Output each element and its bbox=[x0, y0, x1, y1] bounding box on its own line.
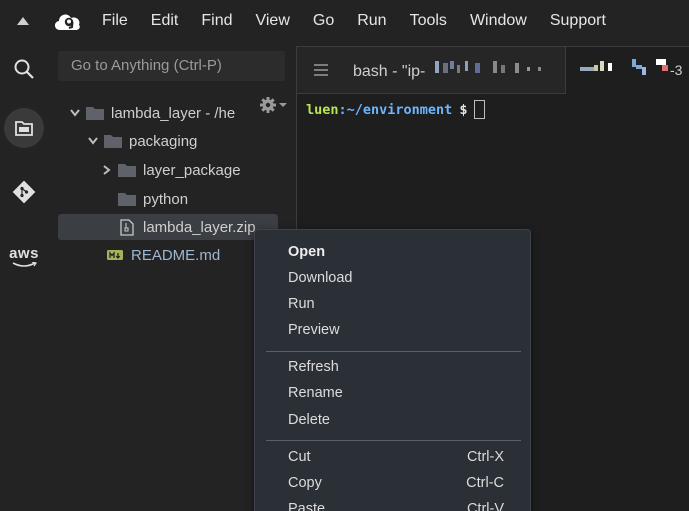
menu-item-delete[interactable]: Delete bbox=[255, 408, 530, 432]
menu-item-label: Paste bbox=[288, 501, 326, 511]
menu-item-label: Refresh bbox=[288, 359, 339, 375]
tree-item-label: python bbox=[143, 190, 189, 208]
chevron-right-icon[interactable] bbox=[100, 163, 114, 177]
menu-item-copy[interactable]: Copy Ctrl-C bbox=[255, 471, 530, 495]
tree-item-label: packaging bbox=[129, 132, 198, 150]
cloud9-logo[interactable] bbox=[52, 8, 82, 34]
terminal-tab-title[interactable]: bash - "ip- bbox=[353, 63, 425, 81]
tree-item-readme[interactable]: README.md bbox=[58, 242, 278, 268]
folder-icon bbox=[104, 133, 122, 149]
menu-items: File Edit Find View Go Run Tools Window … bbox=[102, 0, 629, 42]
menu-separator bbox=[266, 351, 521, 352]
activity-bar: aws bbox=[0, 42, 48, 511]
prompt-user: luen bbox=[306, 101, 339, 118]
menu-item-label: Preview bbox=[288, 322, 340, 338]
aws-label: aws bbox=[9, 244, 39, 262]
menu-item-label: Rename bbox=[288, 385, 343, 401]
menu-edit[interactable]: Edit bbox=[151, 12, 179, 30]
menu-view[interactable]: View bbox=[255, 12, 289, 30]
shortcut-label: Ctrl-X bbox=[466, 449, 504, 465]
tree-item-label: lambda_layer - /hе bbox=[111, 104, 236, 122]
chevron-down-icon[interactable] bbox=[86, 134, 100, 148]
hamburger-menu-icon[interactable] bbox=[314, 63, 328, 76]
redacted-hostname-block bbox=[435, 61, 555, 75]
shortcut-label: Ctrl-V bbox=[466, 501, 504, 511]
menu-run[interactable]: Run bbox=[357, 12, 386, 30]
menu-item-rename[interactable]: Rename bbox=[255, 381, 530, 405]
source-control-icon[interactable] bbox=[4, 172, 44, 212]
menu-go[interactable]: Go bbox=[313, 12, 334, 30]
menu-item-label: Copy bbox=[288, 475, 322, 491]
tree-item-label: layer_package bbox=[143, 161, 241, 179]
menu-item-label: Open bbox=[288, 244, 326, 260]
context-menu: Open Download Run Preview Refresh Rename… bbox=[254, 229, 531, 511]
tree-item-lambda-layer[interactable]: lambda_layer - /hе bbox=[58, 100, 278, 126]
menu-item-paste[interactable]: Paste Ctrl-V bbox=[255, 497, 530, 511]
menu-file[interactable]: File bbox=[102, 12, 128, 30]
menu-item-label: Run bbox=[288, 296, 315, 312]
go-to-anything-input[interactable]: Go to Anything (Ctrl-P) bbox=[58, 51, 285, 81]
aws-explorer-icon[interactable]: aws bbox=[4, 236, 44, 276]
menubar: File Edit Find View Go Run Tools Window … bbox=[0, 0, 689, 42]
tree-item-lambda-layer-zip[interactable]: lambda_layer.zip bbox=[58, 214, 278, 240]
menu-support[interactable]: Support bbox=[550, 12, 606, 30]
tab-suffix: -3 bbox=[670, 62, 683, 78]
collapse-menu-icon[interactable] bbox=[14, 13, 32, 29]
search-icon[interactable] bbox=[4, 49, 44, 89]
menu-window[interactable]: Window bbox=[470, 12, 527, 30]
tree-item-python[interactable]: python bbox=[58, 186, 278, 212]
markdown-icon bbox=[106, 247, 124, 263]
terminal-tab-active[interactable]: -3 bbox=[565, 47, 689, 94]
terminal-cursor bbox=[474, 100, 486, 119]
environment-folder-icon[interactable] bbox=[4, 108, 44, 148]
chevron-down-icon[interactable] bbox=[68, 106, 82, 120]
zip-file-icon bbox=[118, 218, 136, 236]
menu-item-label: Download bbox=[288, 270, 353, 286]
menu-tools[interactable]: Tools bbox=[410, 12, 447, 30]
menu-item-run[interactable]: Run bbox=[255, 292, 530, 316]
menu-item-cut[interactable]: Cut Ctrl-X bbox=[255, 445, 530, 469]
menu-item-label: Cut bbox=[288, 449, 311, 465]
folder-icon bbox=[118, 191, 136, 207]
tree-item-label: README.md bbox=[131, 246, 221, 264]
menu-item-download[interactable]: Download bbox=[255, 266, 530, 290]
menu-find[interactable]: Find bbox=[201, 12, 232, 30]
menu-item-label: Delete bbox=[288, 412, 330, 428]
tab-bar: bash - "ip- -3 bbox=[297, 47, 689, 94]
cloud9-ide-window: File Edit Find View Go Run Tools Window … bbox=[0, 0, 689, 511]
prompt-symbol: $ bbox=[459, 101, 468, 118]
folder-icon bbox=[118, 162, 136, 178]
terminal-tab-label: bash - "ip- bbox=[353, 63, 426, 80]
menu-separator bbox=[266, 440, 521, 441]
menu-item-refresh[interactable]: Refresh bbox=[255, 355, 530, 379]
tree-item-packaging[interactable]: packaging bbox=[58, 128, 278, 154]
folder-icon bbox=[86, 105, 104, 121]
menu-item-preview[interactable]: Preview bbox=[255, 318, 530, 342]
prompt-path: :~/environment bbox=[338, 101, 453, 118]
tree-item-layer-package[interactable]: layer_package bbox=[58, 157, 278, 183]
tree-item-label: lambda_layer.zip bbox=[143, 218, 256, 236]
menu-item-open[interactable]: Open bbox=[255, 240, 530, 264]
shortcut-label: Ctrl-C bbox=[466, 475, 504, 491]
terminal-prompt[interactable]: luen :~/environment $ bbox=[306, 100, 486, 119]
